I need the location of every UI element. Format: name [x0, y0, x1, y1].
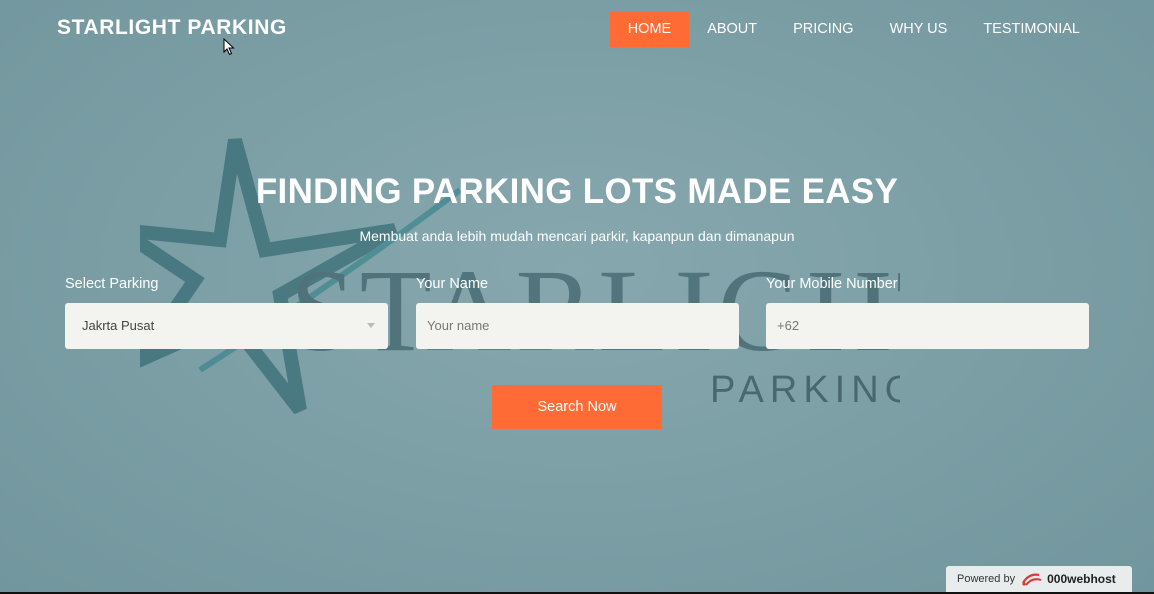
top-navbar: STARLIGHT PARKING HOME ABOUT PRICING WHY…	[0, 0, 1154, 60]
nav-testimonial[interactable]: TESTIMONIAL	[965, 12, 1098, 47]
nav-about[interactable]: ABOUT	[689, 12, 775, 47]
mobile-label: Your Mobile Number	[766, 276, 898, 292]
name-input[interactable]: Your name	[416, 303, 739, 349]
hero-title: FINDING PARKING LOTS MADE EASY	[255, 172, 899, 211]
brand-logo-text[interactable]: STARLIGHT PARKING	[57, 16, 287, 40]
chevron-down-icon	[367, 323, 375, 328]
parking-field: Select Parking Jakrta Pusat	[65, 276, 388, 349]
powered-by-badge[interactable]: Powered by 000webhost	[946, 566, 1132, 592]
hero-subtitle: Membuat anda lebih mudah mencari parkir,…	[359, 228, 795, 244]
webhost-name: 000webhost	[1047, 572, 1116, 586]
parking-label: Select Parking	[65, 276, 159, 292]
webhost-logo-icon	[1021, 571, 1043, 587]
mobile-input[interactable]: +62	[766, 303, 1089, 349]
powered-by-text: Powered by	[957, 573, 1016, 585]
name-input-placeholder: Your name	[427, 318, 490, 333]
watermark-word-2: PARKING	[710, 369, 900, 411]
mouse-pointer-icon	[223, 38, 235, 56]
name-field: Your Name Your name	[416, 276, 739, 349]
nav-pricing[interactable]: PRICING	[775, 12, 871, 47]
parking-select-value: Jakrta Pusat	[82, 318, 155, 333]
mobile-input-value: +62	[777, 318, 800, 333]
search-now-button[interactable]: Search Now	[492, 385, 662, 429]
parking-select[interactable]: Jakrta Pusat	[65, 303, 388, 349]
mobile-field: Your Mobile Number +62	[766, 276, 1089, 349]
name-label: Your Name	[416, 276, 489, 292]
nav-home[interactable]: HOME	[609, 12, 690, 47]
main-nav: HOME ABOUT PRICING WHY US TESTIMONIAL	[609, 12, 1098, 47]
nav-why-us[interactable]: WHY US	[872, 12, 966, 47]
